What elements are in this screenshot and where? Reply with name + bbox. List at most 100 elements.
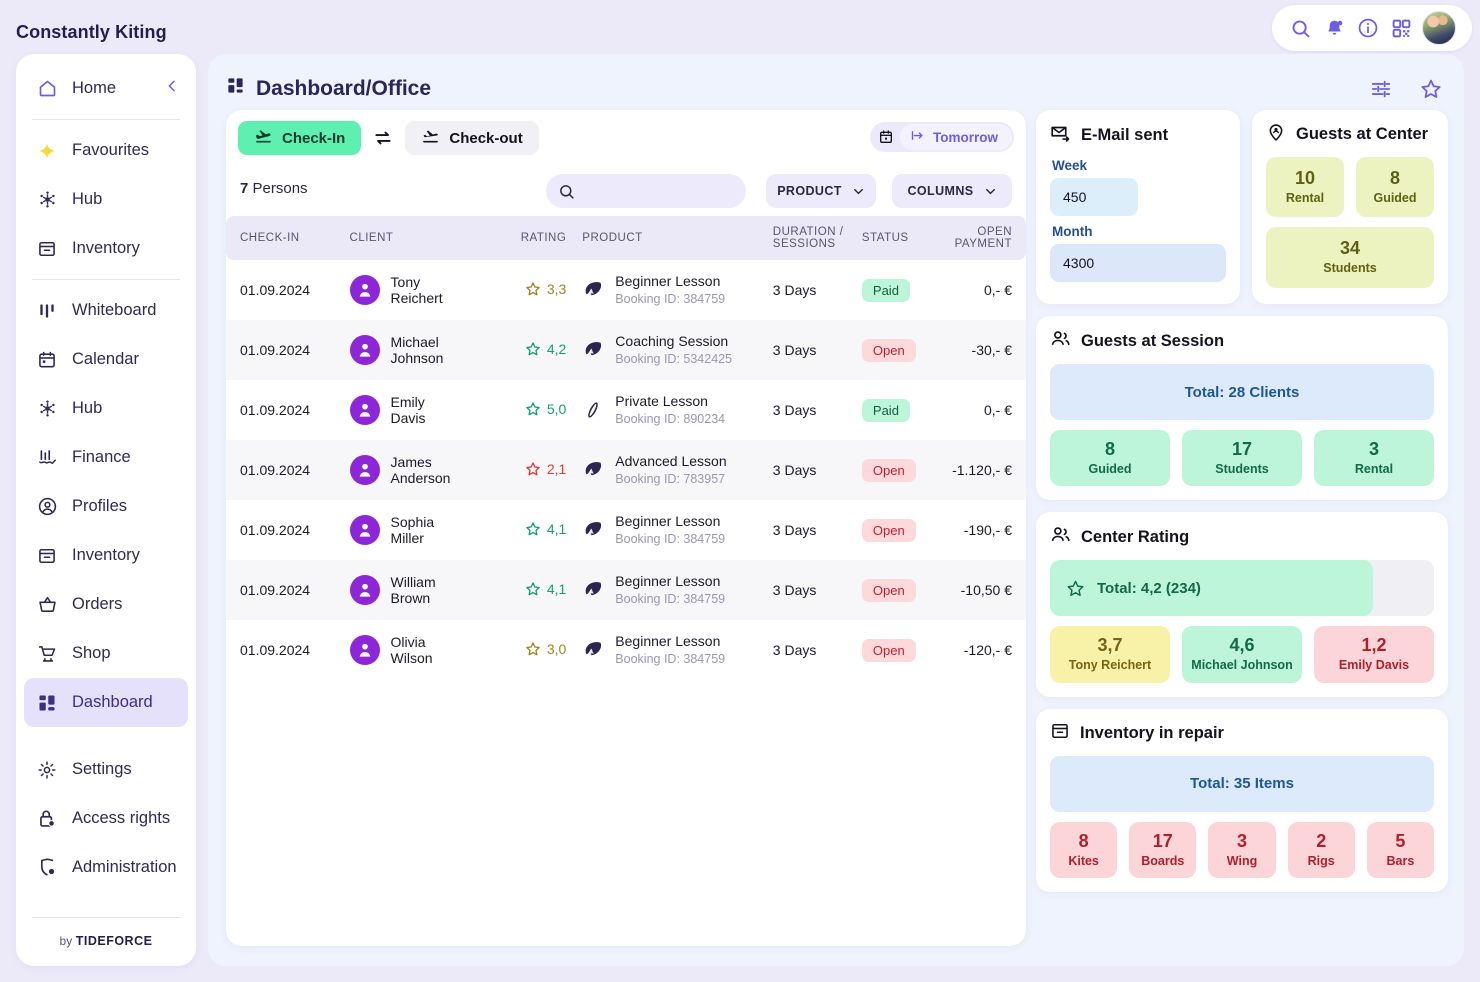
- tile-value: 3: [1368, 439, 1379, 459]
- sliders-icon[interactable]: [1370, 78, 1392, 105]
- sidebar-item-hub-2[interactable]: Hub: [24, 384, 188, 433]
- page-title: Dashboard/Office: [226, 76, 431, 101]
- cell-product: Beginner Lesson Booking ID: 384759: [572, 620, 773, 680]
- table-row[interactable]: 01.09.2024 Sophia Miller 4,1 Beginner Lesson…: [226, 500, 1026, 560]
- hub-icon: [36, 398, 58, 420]
- status-badge: Open: [861, 638, 916, 662]
- table-row[interactable]: 01.09.2024 Michael Johnson 4,2 Coaching Sess…: [226, 320, 1026, 380]
- calendar-icon[interactable]: [872, 124, 900, 150]
- info-icon[interactable]: [1355, 15, 1381, 41]
- table-row[interactable]: 01.09.2024 William Brown 4,1 Beginner Lesson…: [226, 560, 1026, 620]
- cell-check-in-date: 01.09.2024: [240, 582, 311, 598]
- tile-label: Rental: [1354, 461, 1394, 476]
- checkin-table: CHECK-IN CLIENT RATING PRODUCT DURATION …: [226, 216, 1026, 680]
- col-open-payment[interactable]: OPEN PAYMENT: [936, 216, 1026, 260]
- cell-check-in-date: 01.09.2024: [240, 402, 311, 418]
- sidebar-item-hub-1[interactable]: Hub: [24, 175, 188, 224]
- orders-icon: [36, 594, 58, 616]
- center-rating-tile[interactable]: 3,7 Tony Reichert: [1050, 626, 1170, 683]
- sidebar-collapse-chevron-icon[interactable]: [164, 78, 180, 99]
- email-month-value[interactable]: 4300: [1050, 244, 1226, 282]
- finance-icon: [36, 447, 58, 469]
- sidebar-item-access-rights[interactable]: Access rights: [24, 794, 188, 843]
- inventory-repair-tile[interactable]: 2 Rigs: [1287, 821, 1355, 879]
- center-rating-card: Center Rating Total: 4,2 (234) 3,7 Tony …: [1036, 512, 1448, 697]
- cell-rating: 4,1: [499, 500, 572, 560]
- sidebar-item-shop[interactable]: Shop: [24, 629, 188, 678]
- col-product[interactable]: PRODUCT: [572, 216, 773, 260]
- cell-status: Open: [861, 560, 937, 620]
- tile-label: Michael Johnson: [1191, 658, 1293, 673]
- guests-session-tile[interactable]: 3 Rental: [1314, 430, 1434, 487]
- sidebar-item-label: Calendar: [72, 350, 139, 368]
- sidebar-item-inventory-1[interactable]: Inventory: [24, 224, 188, 273]
- sidebar-item-administration[interactable]: Administration: [24, 843, 188, 892]
- cell-duration: 3 Days: [772, 282, 817, 298]
- table-row[interactable]: 01.09.2024 Emily Davis 5,0 Private Lesson Boo…: [226, 380, 1026, 440]
- center-rating-tile[interactable]: 4,6 Michael Johnson: [1182, 626, 1302, 683]
- sidebar-item-settings[interactable]: Settings: [24, 745, 188, 794]
- inventory-repair-tile[interactable]: 8 Kites: [1050, 821, 1118, 879]
- guests-session-total: Total: 28 Clients: [1050, 364, 1434, 420]
- sidebar-item-label: Access rights: [72, 809, 171, 827]
- col-client[interactable]: CLIENT: [349, 216, 500, 260]
- inventory-repair-tiles: 8 Kites 17 Boards 3 Wing 2 Rigs 5 Bars: [1050, 821, 1435, 879]
- check-out-label: Check-out: [449, 129, 523, 147]
- inventory-repair-tile[interactable]: 5 Bars: [1366, 821, 1435, 879]
- profile-icon: [36, 496, 58, 518]
- col-check-in[interactable]: CHECK-IN: [226, 216, 350, 260]
- avatar: [349, 395, 380, 425]
- guests-center-tile[interactable]: 34 Students: [1266, 227, 1434, 288]
- product-filter-select[interactable]: PRODUCT: [766, 174, 876, 208]
- cell-duration: 3 Days: [772, 462, 817, 478]
- avatar[interactable]: [1422, 11, 1457, 45]
- sidebar-item-orders[interactable]: Orders: [24, 580, 188, 629]
- search-icon[interactable]: [1288, 15, 1314, 41]
- table-row[interactable]: 01.09.2024 James Anderson 2,1 Advanced Lesso…: [226, 440, 1026, 500]
- inventory-repair-tile[interactable]: 3 Wing: [1208, 821, 1276, 879]
- inventory-repair-tile[interactable]: 17 Boards: [1129, 821, 1197, 879]
- guests-center-tile[interactable]: 8 Guided: [1356, 157, 1434, 218]
- sidebar-item-favourites[interactable]: Favourites: [24, 126, 188, 175]
- center-rating-tile[interactable]: 1,2 Emily Davis: [1314, 626, 1434, 683]
- sidebar-item-inventory-2[interactable]: Inventory: [24, 531, 188, 580]
- email-week-value[interactable]: 450: [1050, 178, 1138, 216]
- status-badge: Open: [861, 518, 916, 542]
- cell-client: Michael Johnson: [349, 320, 500, 380]
- sidebar-item-dashboard[interactable]: Dashboard: [24, 678, 188, 727]
- persons-count: 7 Persons: [240, 180, 308, 197]
- table-row[interactable]: 01.09.2024 Tony Reichert 3,3 Beginner Lesson…: [226, 260, 1026, 320]
- guests-session-tile[interactable]: 17 Students: [1182, 430, 1302, 487]
- sidebar-item-calendar[interactable]: Calendar: [24, 335, 188, 384]
- bell-icon[interactable]: [1321, 15, 1347, 41]
- col-rating[interactable]: RATING: [499, 216, 573, 260]
- pin-user-icon: [1266, 122, 1286, 147]
- columns-filter-select[interactable]: COLUMNS: [892, 174, 1012, 208]
- search-input[interactable]: [584, 183, 734, 199]
- check-out-button[interactable]: Check-out: [405, 121, 539, 155]
- date-tomorrow-button[interactable]: Tomorrow: [900, 124, 1012, 150]
- sidebar-item-whiteboard[interactable]: Whiteboard: [24, 286, 188, 335]
- col-duration[interactable]: DURATION / SESSIONS: [772, 216, 862, 260]
- star-icon[interactable]: [1420, 78, 1442, 105]
- sidebar-item-label: Orders: [72, 595, 123, 613]
- users-icon: [1050, 328, 1071, 354]
- sidebar-item-finance[interactable]: Finance: [24, 433, 188, 482]
- top-icon-bar: [1272, 5, 1472, 51]
- table-row[interactable]: 01.09.2024 Olivia Wilson 3,0 Beginner Lesson…: [226, 620, 1026, 680]
- center-rating-progress: Total: 4,2 (234): [1050, 560, 1434, 617]
- search-box[interactable]: [546, 174, 746, 208]
- qr-icon[interactable]: [1389, 15, 1415, 41]
- check-in-button[interactable]: Check-In: [238, 121, 362, 155]
- col-status[interactable]: STATUS: [861, 216, 937, 260]
- guests-session-tile[interactable]: 8 Guided: [1050, 430, 1170, 487]
- sidebar-item-profiles[interactable]: Profiles: [24, 482, 188, 531]
- swap-icon[interactable]: [369, 128, 397, 148]
- mail-sent-icon: [1050, 122, 1071, 148]
- page-title-label: Dashboard/Office: [256, 76, 432, 100]
- sidebar-item-home[interactable]: Home: [24, 64, 188, 113]
- product-filter-label: PRODUCT: [777, 184, 842, 198]
- tile-value: 17: [1231, 439, 1253, 459]
- guests-center-tile[interactable]: 10 Rental: [1266, 157, 1344, 218]
